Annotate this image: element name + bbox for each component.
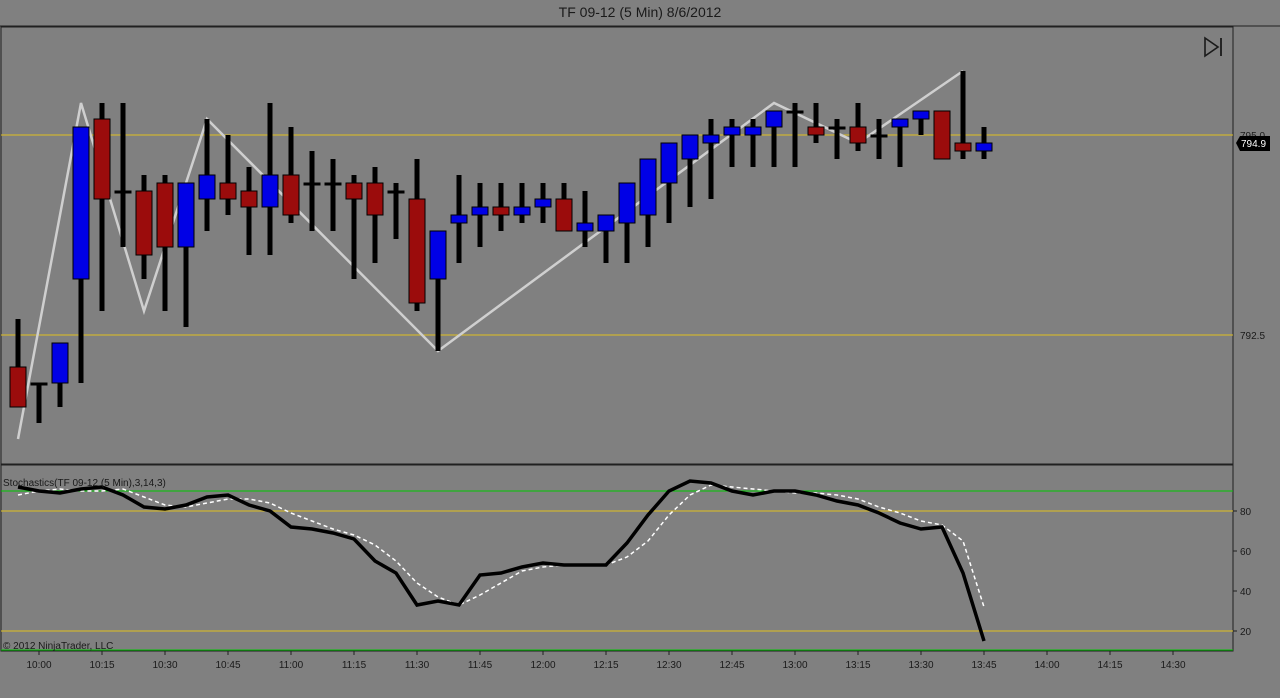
price-axis: 795.0792.5	[1240, 131, 1265, 342]
candle-body	[744, 126, 762, 136]
last-price-label: 794.9	[1241, 139, 1266, 150]
price-tick-label: 792.5	[1240, 331, 1265, 342]
candle-body	[492, 206, 510, 216]
time-axis: 10:00 10:15 10:30 10:45 11:00 11:15 11:30 11:45…	[26, 651, 1186, 671]
time-tick-label: 13:15	[845, 660, 870, 671]
candle-body	[156, 182, 174, 248]
candle-body	[366, 182, 384, 216]
candle-body	[387, 190, 405, 194]
candle-body	[933, 110, 951, 160]
candle-body	[681, 134, 699, 160]
candle-body	[471, 206, 489, 216]
time-tick-label: 12:00	[530, 660, 555, 671]
candle-body	[282, 174, 300, 216]
stoch-lines	[17, 479, 986, 642]
candle-body	[219, 182, 237, 200]
time-tick-label: 11:30	[405, 660, 430, 671]
candle-body	[345, 182, 363, 200]
candle-body	[240, 190, 258, 208]
time-tick-label: 11:00	[279, 660, 304, 671]
stoch-tick-label: 80	[1240, 507, 1252, 518]
candle-body	[597, 214, 615, 232]
last-price-marker: 794.9	[1236, 136, 1270, 151]
candle-body	[303, 182, 321, 186]
time-tick-label: 12:15	[593, 660, 618, 671]
time-tick-label: 10:30	[152, 660, 177, 671]
stoch-gridlines	[1, 490, 1233, 651]
time-tick-label: 14:15	[1097, 660, 1122, 671]
candle-body	[702, 134, 720, 144]
candles	[9, 71, 993, 423]
time-tick-label: 11:45	[468, 660, 493, 671]
candle-body	[429, 230, 447, 280]
time-tick-label: 13:30	[908, 660, 933, 671]
time-tick-label: 11:15	[342, 660, 367, 671]
candle-body	[849, 126, 867, 144]
time-tick-label: 13:45	[971, 660, 996, 671]
candle-body	[177, 182, 195, 248]
candle-body	[807, 126, 825, 136]
candle-body	[618, 182, 636, 224]
stoch-tick-label: 60	[1240, 547, 1252, 558]
candle-body	[786, 110, 804, 114]
time-tick-label: 12:30	[656, 660, 681, 671]
stoch-tick-label: 40	[1240, 587, 1252, 598]
candle-body	[513, 206, 531, 216]
candle-body	[114, 190, 132, 194]
candle-body	[912, 110, 930, 120]
candle-body	[9, 366, 27, 408]
candle-body	[828, 126, 846, 130]
stoch-axis: 20 40 60 80	[1233, 507, 1252, 638]
candle-body	[198, 174, 216, 200]
stoch-tick-label: 20	[1240, 627, 1252, 638]
time-tick-label: 13:00	[782, 660, 807, 671]
time-tick-label: 10:45	[215, 660, 240, 671]
candle-body	[954, 142, 972, 152]
candle-body	[660, 142, 678, 184]
play-icon	[1204, 36, 1220, 58]
scroll-to-end-button[interactable]	[1200, 36, 1226, 58]
candle-body	[639, 158, 657, 216]
candle-body	[408, 198, 426, 304]
candle-body	[93, 118, 111, 200]
candle-body	[51, 342, 69, 384]
candle-body	[30, 382, 48, 386]
time-tick-label: 10:15	[89, 660, 114, 671]
candle-body	[261, 174, 279, 208]
candle-body	[324, 182, 342, 186]
time-tick-label: 12:45	[719, 660, 744, 671]
candle-body	[975, 142, 993, 152]
copyright-label: © 2012 NinjaTrader, LLC	[3, 641, 113, 652]
candle-body	[135, 190, 153, 256]
candle-body	[765, 110, 783, 128]
zigzag-line	[16, 69, 964, 440]
candle-body	[723, 126, 741, 136]
candle-body	[870, 134, 888, 138]
chart-area[interactable]: 795.0792.5 20 40 60 80 10:00 10:15 10:30 10:45…	[0, 0, 1280, 698]
candle-body	[450, 214, 468, 224]
time-tick-label: 10:00	[26, 660, 51, 671]
candle-body	[534, 198, 552, 208]
indicator-label: Stochastics(TF 09-12 (5 Min),3,14,3)	[3, 478, 166, 489]
stoch-d-line	[17, 484, 985, 608]
time-tick-label: 14:30	[1160, 660, 1185, 671]
indicator-panel-frame	[0, 464, 1234, 652]
candle-body	[576, 222, 594, 232]
time-tick-label: 14:00	[1034, 660, 1059, 671]
zigzag-layer	[16, 69, 964, 440]
candle-body	[891, 118, 909, 128]
candle-body	[72, 126, 90, 280]
candle-body	[555, 198, 573, 232]
